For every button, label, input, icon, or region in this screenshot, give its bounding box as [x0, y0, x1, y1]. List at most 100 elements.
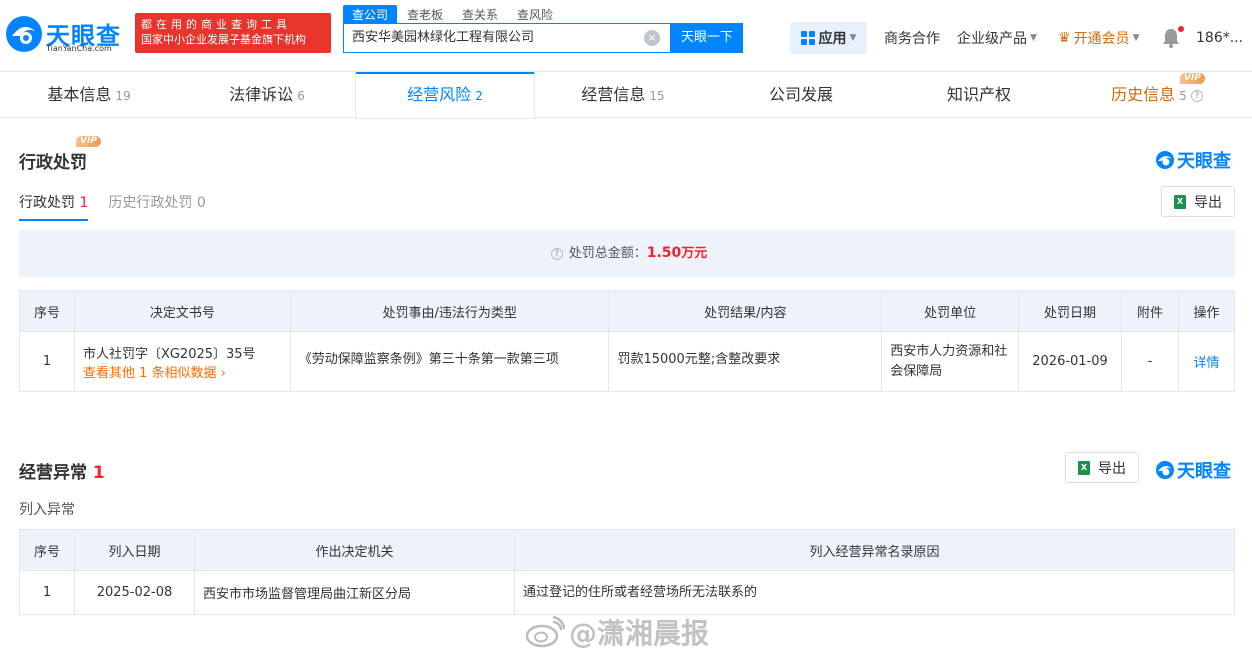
tab-ip[interactable]: 知识产权: [890, 72, 1068, 118]
enterprise-products-menu[interactable]: 企业级产品 ▼: [957, 22, 1037, 54]
subtab-history-penalty[interactable]: 历史行政处罚 0: [108, 192, 205, 221]
tab-count: 15: [649, 89, 665, 103]
abnormal-list-label: 列入异常: [19, 502, 75, 518]
help-icon[interactable]: ?: [1190, 89, 1203, 102]
penalty-export-button[interactable]: X 导出: [1161, 186, 1235, 217]
tianyancha-logo[interactable]: 天眼查 TianYanCha.com: [4, 14, 130, 58]
chevron-right-icon: ›: [220, 365, 226, 381]
tab-label: 历史信息: [1111, 85, 1176, 104]
column-header: 列入日期: [74, 529, 195, 571]
search-type-tabs: 查公司 查老板 查关系 查风险: [343, 5, 563, 24]
apps-menu-button[interactable]: 应用 ▼: [790, 22, 867, 54]
tab-label: 基本信息: [47, 85, 112, 104]
tab-legal[interactable]: 法律诉讼 6: [178, 72, 356, 118]
search-button[interactable]: 天眼一下: [671, 23, 743, 53]
tianyancha-logo-icon: [6, 16, 42, 52]
table-header-row: 序号 列入日期 作出决定机关 列入经营异常名录原因: [19, 529, 1235, 571]
tab-development[interactable]: 公司发展: [712, 72, 890, 118]
subtab-label: 历史行政处罚: [108, 195, 193, 211]
tab-count: 2: [475, 89, 483, 103]
column-header: 附件: [1121, 290, 1179, 332]
abnormal-reason: 通过登记的住所或者经营场所无法联系的: [514, 570, 1235, 615]
decision-doc-cell: 市人社罚字〔XG2025〕35号 查看其他 1 条相似数据 ›: [73, 331, 291, 392]
column-header: 列入经营异常名录原因: [514, 529, 1235, 571]
open-vip-button[interactable]: ♛ 开通会员 ▼: [1058, 22, 1139, 54]
summary-label: 处罚总金额：: [568, 246, 647, 261]
excel-icon: X: [1174, 194, 1186, 209]
column-header: 处罚事由/违法行为类型: [289, 290, 610, 332]
excel-icon: X: [1078, 460, 1090, 475]
tianyancha-brand-icon: [1156, 151, 1174, 169]
slogan-line1: 都在用的商业查询工具: [141, 18, 291, 31]
penalty-table: 序号 决定文书号 处罚事由/违法行为类型 处罚结果/内容 处罚单位 处罚日期 附…: [19, 290, 1236, 392]
search-tab-boss[interactable]: 查老板: [398, 5, 452, 24]
penalty-date: 2026-01-09: [1018, 331, 1123, 392]
brand-text: 天眼查: [1177, 461, 1231, 482]
abnormal-export-button[interactable]: X 导出: [1065, 452, 1139, 483]
decision-authority: 西安市市场监督管理局曲江新区分局: [194, 570, 515, 615]
chevron-down-icon: ▼: [849, 33, 857, 43]
decision-doc-number: 市人社罚字〔XG2025〕35号: [82, 346, 256, 362]
weibo-watermark: @潇湘晨报: [525, 612, 709, 652]
search-tab-company[interactable]: 查公司: [343, 5, 398, 24]
tab-history[interactable]: 历史信息 5? VIP: [1068, 72, 1246, 118]
chevron-down-icon: ▼: [1132, 33, 1140, 43]
penalty-subtabs: 行政处罚 1 历史行政处罚 0: [19, 192, 226, 221]
chevron-down-icon: ▼: [1030, 33, 1037, 43]
column-header: 处罚单位: [881, 290, 1020, 332]
penalty-unit: 西安市人力资源和社会保障局: [881, 331, 1020, 392]
brand-text: 天眼查: [1177, 151, 1231, 172]
slogan-line2: 国家中小企业发展子基金旗下机构: [141, 33, 306, 46]
user-account-menu[interactable]: 186*...: [1196, 22, 1243, 54]
tab-operating-risk[interactable]: 经营风险 2: [356, 72, 534, 118]
column-header: 序号: [19, 529, 75, 571]
business-cooperation-link[interactable]: 商务合作: [884, 22, 940, 54]
crown-icon: ♛: [1058, 30, 1071, 46]
apps-grid-icon: [800, 31, 815, 45]
tab-label: 知识产权: [946, 85, 1011, 104]
help-icon[interactable]: ?: [550, 247, 563, 260]
clear-search-icon[interactable]: ×: [644, 30, 660, 46]
top-navigation-bar: 天眼查 TianYanCha.com 都在用的商业查询工具 国家中小企业发展子基…: [0, 0, 1252, 72]
penalty-section-title: 行政处罚: [19, 153, 87, 173]
table-header-row: 序号 决定文书号 处罚事由/违法行为类型 处罚结果/内容 处罚单位 处罚日期 附…: [19, 290, 1236, 332]
column-header: 处罚日期: [1018, 290, 1123, 332]
search-tab-risk[interactable]: 查风险: [508, 5, 562, 24]
abnormal-title-text: 经营异常: [19, 463, 87, 483]
search-input[interactable]: 西安华美园林绿化工程有限公司: [343, 23, 671, 53]
tab-label: 经营风险: [407, 85, 472, 104]
column-header: 作出决定机关: [194, 529, 515, 571]
slogan-banner: 都在用的商业查询工具 国家中小企业发展子基金旗下机构: [135, 13, 331, 53]
tab-count: 19: [115, 89, 131, 103]
company-section-tabs: 基本信息 19 法律诉讼 6 经营风险 2 经营信息 15 公司发展 知识产权 历史信息…: [0, 72, 1252, 118]
tab-count: 6: [297, 89, 305, 103]
attachment-cell: -: [1121, 331, 1179, 392]
tab-count: 5: [1179, 89, 1187, 103]
vip-badge: VIP: [1180, 73, 1205, 84]
subtab-current-penalty[interactable]: 行政处罚 1: [19, 192, 89, 221]
tab-basic-info[interactable]: 基本信息 19: [0, 72, 178, 118]
main-content: 基本信息 19 法律诉讼 6 经营风险 2 经营信息 15 公司发展 知识产权 历史信息…: [0, 72, 1252, 660]
column-header: 序号: [19, 290, 75, 332]
detail-link[interactable]: 详情: [1177, 331, 1236, 392]
listing-date: 2025-02-08: [74, 570, 195, 615]
subtab-count: 1: [79, 195, 89, 211]
similar-data-link[interactable]: 查看其他 1 条相似数据 ›: [83, 362, 282, 381]
brand-watermark: 天眼查: [1155, 457, 1231, 483]
table-row: 1 市人社罚字〔XG2025〕35号 查看其他 1 条相似数据 › 《劳动保障监…: [19, 331, 1236, 392]
notification-bell-icon[interactable]: [1162, 28, 1180, 48]
vip-badge: VIP: [76, 136, 101, 147]
summary-unit: 万元: [681, 246, 708, 261]
abnormal-count: 1: [92, 463, 105, 483]
table-row: 1 2025-02-08 西安市市场监督管理局曲江新区分局 通过登记的住所或者经…: [19, 570, 1235, 615]
watermark-text: @潇湘晨报: [569, 617, 710, 650]
tab-label: 经营信息: [581, 85, 646, 104]
search-tab-relation[interactable]: 查关系: [453, 5, 507, 24]
penalty-summary: ? 处罚总金额：1.50万元: [19, 230, 1235, 277]
tab-operating-info[interactable]: 经营信息 15: [534, 72, 712, 118]
enterprise-label: 企业级产品: [957, 31, 1027, 47]
subtab-count: 0: [196, 195, 206, 211]
weibo-logo-icon: [525, 616, 565, 648]
notification-dot: [1178, 26, 1184, 32]
logo-domain: TianYanCha.com: [46, 44, 112, 53]
